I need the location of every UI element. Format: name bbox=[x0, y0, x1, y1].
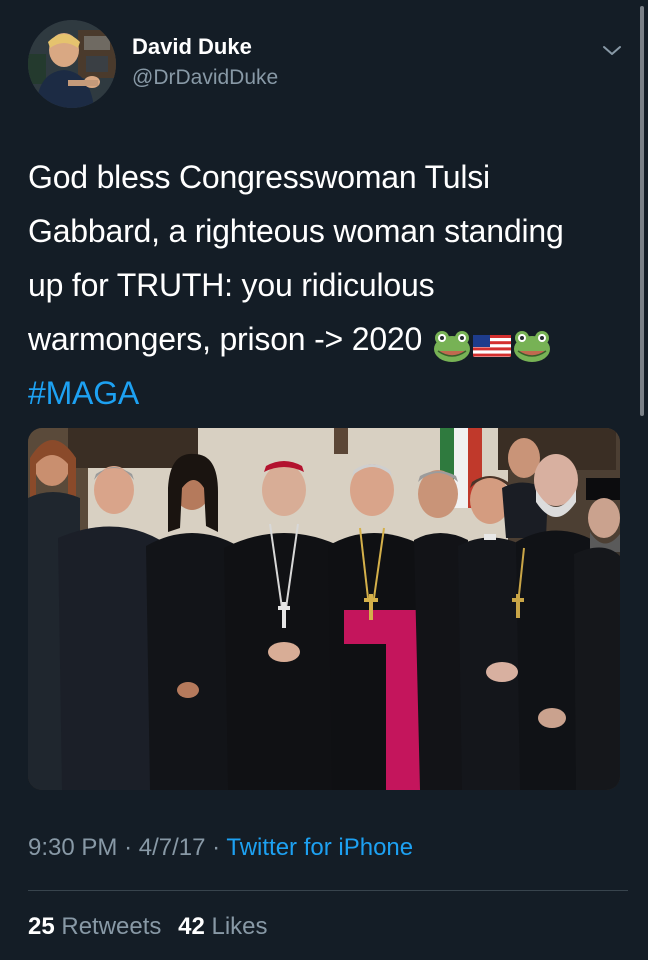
group-photo-image bbox=[28, 428, 620, 790]
tweet-line-with-emoji: warmongers, prison -> 2020 bbox=[28, 312, 624, 366]
tweet-date[interactable]: 4/7/17 bbox=[139, 834, 206, 861]
tweet-stats: 25 Retweets 42 Likes bbox=[28, 913, 278, 941]
likes-count: 42 bbox=[178, 913, 205, 940]
meta-separator: · bbox=[124, 834, 133, 861]
hashtag-link[interactable]: #MAGA bbox=[28, 366, 624, 420]
display-name[interactable]: David Duke bbox=[132, 34, 252, 60]
avatar-image bbox=[28, 20, 116, 108]
tweet-line-text: warmongers, prison -> 2020 bbox=[28, 321, 423, 357]
tweet-line: up for TRUTH: you ridiculous bbox=[28, 267, 435, 303]
tweet-line: God bless Congresswoman Tulsi bbox=[28, 159, 490, 195]
emoji-row bbox=[432, 316, 552, 370]
avatar[interactable] bbox=[28, 20, 116, 108]
tweet-meta: 9:30 PM · 4/7/17 · Twitter for iPhone bbox=[28, 834, 413, 862]
likes-label: Likes bbox=[211, 913, 268, 940]
tweet-time[interactable]: 9:30 PM bbox=[28, 834, 117, 861]
retweets-count: 25 bbox=[28, 913, 55, 940]
retweets-label: Retweets bbox=[61, 913, 162, 940]
tweet-text: God bless Congresswoman Tulsi Gabbard, a… bbox=[28, 150, 624, 420]
divider bbox=[28, 890, 628, 891]
tweet-header: David Duke @DrDavidDuke bbox=[28, 20, 628, 112]
scrollbar[interactable] bbox=[640, 6, 644, 416]
tweet-source-link[interactable]: Twitter for iPhone bbox=[226, 834, 413, 861]
retweets-stat[interactable]: 25 Retweets bbox=[28, 913, 161, 940]
chevron-down-icon[interactable] bbox=[600, 42, 624, 60]
us-flag-emoji bbox=[473, 334, 512, 357]
tweet-photo[interactable] bbox=[28, 428, 620, 790]
likes-stat[interactable]: 42 Likes bbox=[178, 913, 267, 940]
frog-emoji bbox=[514, 330, 551, 362]
user-handle[interactable]: @DrDavidDuke bbox=[132, 66, 278, 90]
tweet-line: Gabbard, a righteous woman standing bbox=[28, 213, 564, 249]
meta-separator: · bbox=[212, 834, 221, 861]
frog-emoji bbox=[434, 330, 471, 362]
